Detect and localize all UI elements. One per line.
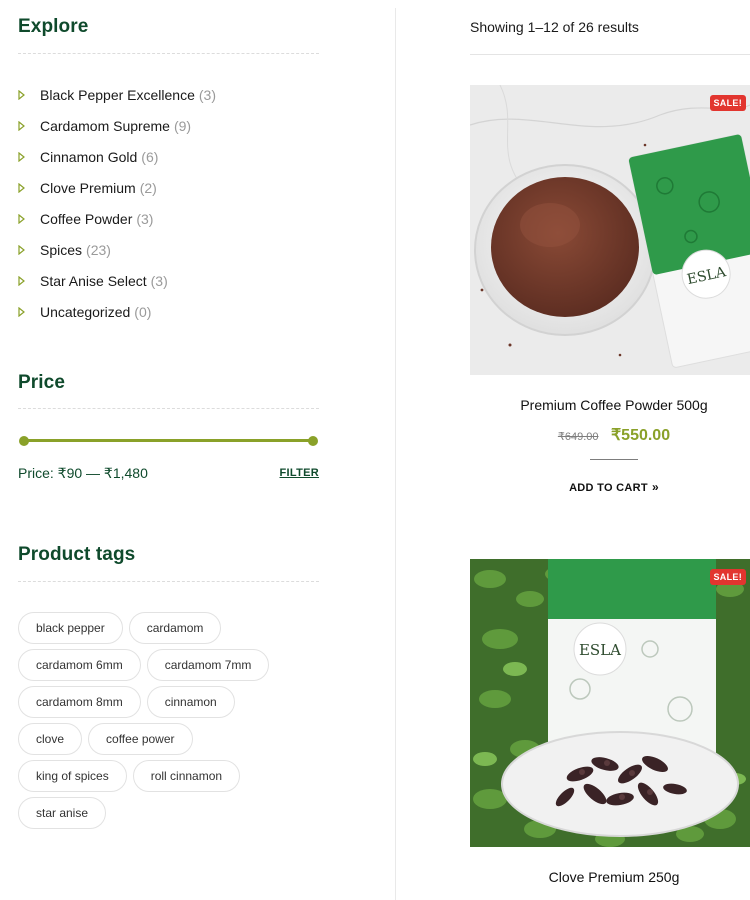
price-range-slider[interactable] [18,434,319,448]
sidebar: Explore Black Pepper Excellence (3) Carda… [18,0,319,900]
caret-right-icon [18,244,25,255]
tag-cardamom-7mm[interactable]: cardamom 7mm [146,649,270,681]
category-count: (23) [86,241,111,258]
category-link[interactable]: Coffee Powder (3) [40,211,153,227]
sale-price: ₹550.00 [610,427,671,444]
caret-right-icon [18,275,25,286]
caret-right-icon [18,121,25,132]
tag-star-anise[interactable]: star anise [18,797,107,829]
category-item-spices[interactable]: Spices (23) [18,234,319,265]
price-range-label: Price: ₹90 — ₹1,480 [18,465,148,481]
caret-right-icon [18,306,25,317]
category-count: (2) [139,180,157,197]
category-count: (9) [173,118,192,135]
category-item-black-pepper[interactable]: Black Pepper Excellence (3) [18,80,319,111]
category-item-uncategorized[interactable]: Uncategorized (0) [18,296,319,327]
divider [590,459,638,460]
caret-right-icon [18,90,25,101]
divider [18,581,319,582]
price-filter-title: Price [18,372,65,393]
tag-roll-cinnamon[interactable]: roll cinnamon [132,760,241,792]
category-item-cinnamon[interactable]: Cinnamon Gold (6) [18,142,319,173]
svg-text:ESLA: ESLA [579,641,621,659]
category-list: Black Pepper Excellence (3) Cardamom Supr… [18,80,319,327]
price-range-track [24,439,315,442]
caret-right-icon [18,214,25,224]
product-card: ESLA SALE! Premium Coffee Powder 500g ₹6… [470,85,750,494]
tag-king-of-spices[interactable]: king of spices [18,760,127,792]
category-count: (0) [134,303,152,320]
filter-button[interactable]: FILTER [280,467,319,479]
category-item-coffee-powder[interactable]: Coffee Powder (3) [18,204,319,235]
category-item-clove[interactable]: Clove Premium (2) [18,173,319,204]
divider [18,408,319,409]
clove-photo: ESLA [470,559,750,847]
tag-cloud: black pepper cardamom cardamom 6mm carda… [18,612,319,834]
divider [470,54,750,55]
product-title[interactable]: Clove Premium 250g [470,869,750,885]
categories-title: Explore [18,16,89,37]
sale-badge: SALE! [709,95,746,111]
product-tags-title: Product tags [18,544,136,565]
result-count: Showing 1–12 of 26 results [470,19,639,35]
divider [18,53,319,54]
category-item-star-anise[interactable]: Star Anise Select (3) [18,265,319,296]
category-link[interactable]: Cardamom Supreme (9) [40,118,191,134]
tag-black-pepper[interactable]: black pepper [18,612,123,644]
category-count: (3) [198,87,216,104]
coffee-powder-photo: ESLA [470,85,750,375]
caret-right-icon [18,152,25,163]
category-count: (3) [150,272,168,289]
category-link[interactable]: Star Anise Select (3) [40,273,168,289]
category-count: (6) [141,149,159,166]
tag-clove[interactable]: clove [18,723,83,755]
category-link[interactable]: Cinnamon Gold (6) [40,149,158,165]
category-link[interactable]: Clove Premium (2) [40,180,157,196]
product-image[interactable]: ESLA SALE! [470,85,750,375]
add-to-cart-button[interactable]: ADD TO CART» [470,480,750,494]
category-link[interactable]: Spices (23) [40,242,111,258]
product-price: ₹649.00 ₹550.00 [470,425,750,445]
chevron-right-icon: » [651,480,659,494]
sale-badge: SALE! [709,569,746,585]
tag-cardamom-6mm[interactable]: cardamom 6mm [18,649,141,681]
category-count: (3) [136,211,154,227]
category-item-cardamom[interactable]: Cardamom Supreme (9) [18,111,319,142]
tag-coffee-power[interactable]: coffee power [88,723,193,755]
regular-price: ₹649.00 [557,431,599,443]
price-max-handle[interactable] [308,436,318,446]
tag-cardamom[interactable]: cardamom [128,612,222,644]
column-divider [395,8,396,900]
product-card: ESLA SALE! Clove Premium 250g [470,559,750,885]
tag-cinnamon[interactable]: cinnamon [146,686,235,718]
category-link[interactable]: Black Pepper Excellence (3) [40,87,216,103]
caret-right-icon [18,183,25,194]
category-link[interactable]: Uncategorized (0) [40,304,151,320]
price-min-handle[interactable] [19,436,29,446]
tag-cardamom-8mm[interactable]: cardamom 8mm [18,686,141,718]
product-image[interactable]: ESLA SALE! [470,559,750,847]
product-title[interactable]: Premium Coffee Powder 500g [470,397,750,413]
